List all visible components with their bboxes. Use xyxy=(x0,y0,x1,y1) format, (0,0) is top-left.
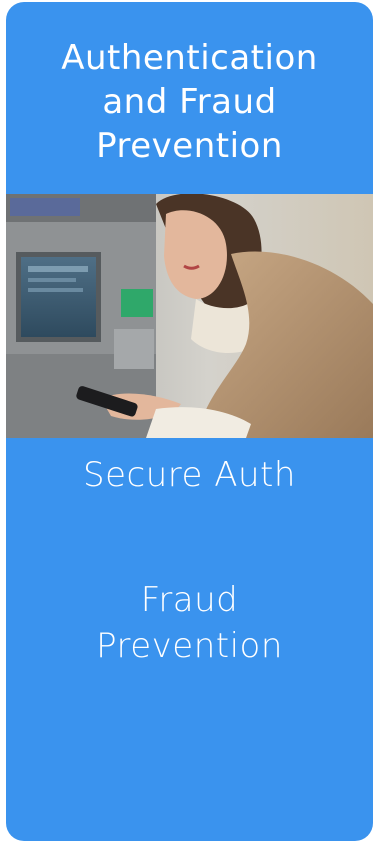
card-title-line-2: and Fraud xyxy=(102,82,277,122)
card-title-line-1: Authentication xyxy=(61,38,318,78)
secure-auth-label: Secure Auth xyxy=(83,455,296,495)
fraud-prevention-line-1: Fraud xyxy=(140,580,239,620)
fraud-prevention-label: Fraud Prevention xyxy=(6,577,373,669)
card-title-line-3: Prevention xyxy=(96,126,283,166)
card-title: Authentication and Fraud Prevention xyxy=(6,36,373,168)
fraud-prevention-line-2: Prevention xyxy=(96,626,283,666)
woman-at-atm-photo xyxy=(6,194,373,438)
authentication-fraud-card[interactable]: Authentication and Fraud Prevention Secu… xyxy=(6,2,373,841)
